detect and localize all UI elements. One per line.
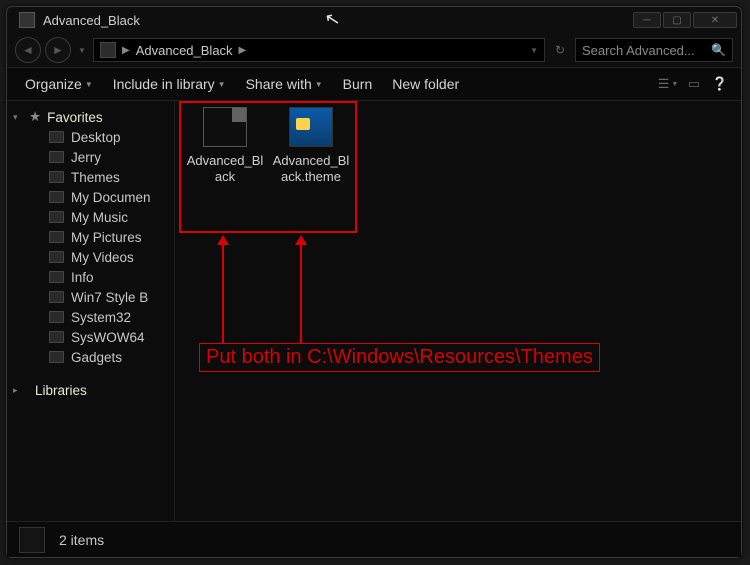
star-icon: ★ xyxy=(29,109,41,125)
folder-icon xyxy=(49,211,64,223)
window-controls: ─ ▢ ✕ xyxy=(633,12,737,28)
new-folder-button[interactable]: New folder xyxy=(384,72,467,96)
folder-icon xyxy=(49,331,64,343)
folder-icon xyxy=(49,271,64,283)
sidebar-item-pictures[interactable]: My Pictures xyxy=(7,227,174,247)
chevron-right-icon: ▶ xyxy=(122,45,130,56)
sidebar-item-info[interactable]: Info xyxy=(7,267,174,287)
include-library-button[interactable]: Include in library▼ xyxy=(105,72,234,96)
folder-icon xyxy=(49,291,64,303)
folder-icon xyxy=(49,191,64,203)
sidebar-item-videos[interactable]: My Videos xyxy=(7,247,174,267)
sidebar-item-win7style[interactable]: Win7 Style B xyxy=(7,287,174,307)
chevron-right-icon: ▸ xyxy=(13,385,18,396)
forward-button[interactable]: ► xyxy=(45,37,71,63)
folder-icon xyxy=(49,151,64,163)
help-button[interactable]: ❔ xyxy=(709,73,731,95)
preview-pane-button[interactable]: ▭ xyxy=(683,73,705,95)
folder-icon xyxy=(49,311,64,323)
folder-icon xyxy=(49,171,64,183)
window-title: Advanced_Black xyxy=(43,13,140,28)
maximize-button[interactable]: ▢ xyxy=(663,12,691,28)
history-dropdown[interactable]: ▼ xyxy=(75,43,89,57)
titlebar: Advanced_Black ─ ▢ ✕ ↖ xyxy=(7,7,741,33)
organize-button[interactable]: Organize▼ xyxy=(17,72,101,96)
minimize-button[interactable]: ─ xyxy=(633,12,661,28)
close-button[interactable]: ✕ xyxy=(693,12,737,28)
folder-icon xyxy=(19,527,45,553)
breadcrumb-item[interactable]: Advanced_Black xyxy=(136,43,233,58)
folder-icon xyxy=(49,351,64,363)
toolbar: Organize▼ Include in library▼ Share with… xyxy=(7,67,741,101)
sidebar-group-favorites[interactable]: ▾ ★ Favorites xyxy=(7,107,174,127)
chevron-right-icon: ▶ xyxy=(239,45,247,56)
folder-icon xyxy=(100,42,116,58)
dropdown-icon[interactable]: ▼ xyxy=(530,46,538,55)
sidebar-label: Libraries xyxy=(35,383,87,398)
sidebar-item-desktop[interactable]: Desktop xyxy=(7,127,174,147)
chevron-down-icon: ▾ xyxy=(13,112,18,123)
search-icon: 🔍 xyxy=(711,43,726,57)
annotation-arrow-head xyxy=(295,235,307,245)
share-with-button[interactable]: Share with▼ xyxy=(238,72,331,96)
view-options-button[interactable]: ☰▼ xyxy=(657,73,679,95)
sidebar-item-syswow64[interactable]: SysWOW64 xyxy=(7,327,174,347)
status-bar: 2 items xyxy=(7,521,741,557)
burn-button[interactable]: Burn xyxy=(335,72,381,96)
annotation-box xyxy=(179,101,357,233)
refresh-button[interactable]: ↻ xyxy=(549,39,571,61)
sidebar-label: Favorites xyxy=(47,110,103,125)
sidebar-item-music[interactable]: My Music xyxy=(7,207,174,227)
folder-icon xyxy=(49,231,64,243)
sidebar-item-themes[interactable]: Themes xyxy=(7,167,174,187)
navigation-pane: ▾ ★ Favorites Desktop Jerry Themes My Do… xyxy=(7,101,175,521)
status-count: 2 items xyxy=(59,532,104,548)
sidebar-item-documents[interactable]: My Documen xyxy=(7,187,174,207)
nav-bar: ◄ ► ▼ ▶ Advanced_Black ▶ ▼ ↻ Search Adva… xyxy=(7,33,741,67)
explorer-window: Advanced_Black ─ ▢ ✕ ↖ ◄ ► ▼ ▶ Advanced_… xyxy=(6,6,742,558)
sidebar-item-gadgets[interactable]: Gadgets xyxy=(7,347,174,367)
address-bar[interactable]: ▶ Advanced_Black ▶ ▼ xyxy=(93,38,545,62)
annotation-arrow xyxy=(300,245,302,343)
sidebar-item-system32[interactable]: System32 xyxy=(7,307,174,327)
content-pane[interactable]: Advanced_Black Advanced_Black.theme Put … xyxy=(175,101,741,521)
cursor-icon: ↖ xyxy=(323,8,342,32)
annotation-arrow xyxy=(222,245,224,343)
folder-icon xyxy=(49,251,64,263)
annotation-arrow-head xyxy=(217,235,229,245)
body: ▾ ★ Favorites Desktop Jerry Themes My Do… xyxy=(7,101,741,521)
back-button[interactable]: ◄ xyxy=(15,37,41,63)
sidebar-group-libraries[interactable]: ▸ Libraries xyxy=(7,381,174,400)
annotation-text: Put both in C:\Windows\Resources\Themes xyxy=(199,343,600,372)
app-icon xyxy=(19,12,35,28)
search-input[interactable]: Search Advanced... 🔍 xyxy=(575,38,733,62)
search-placeholder: Search Advanced... xyxy=(582,43,695,58)
folder-icon xyxy=(49,131,64,143)
sidebar-item-jerry[interactable]: Jerry xyxy=(7,147,174,167)
